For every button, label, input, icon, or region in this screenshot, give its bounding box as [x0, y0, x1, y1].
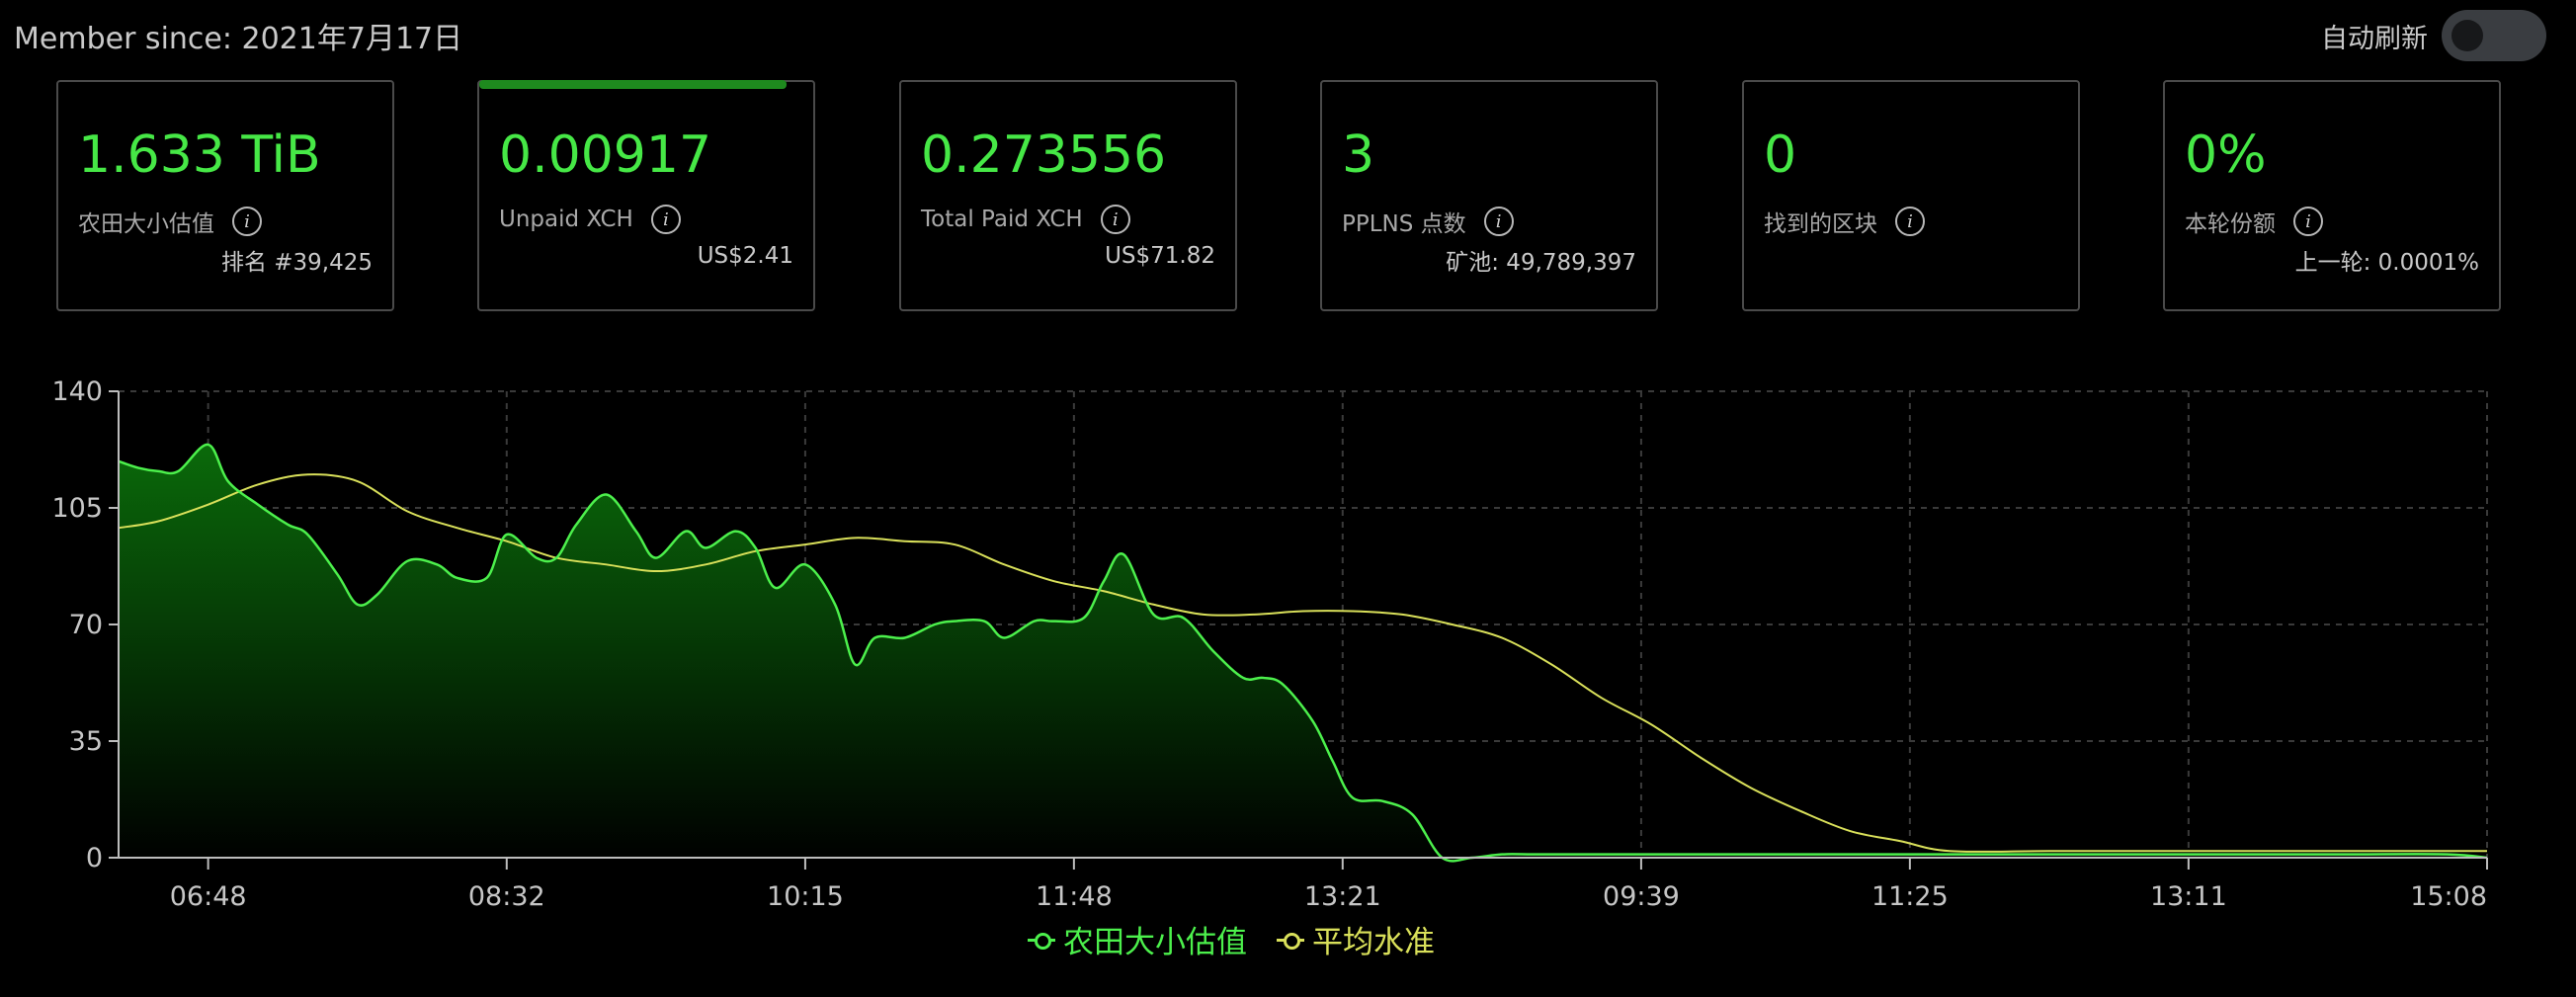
x-tick-label: 10:15 — [767, 881, 844, 912]
x-tick-label: 09:39 — [1603, 881, 1680, 912]
x-tick-label: 11:25 — [1871, 881, 1949, 912]
x-tick-label: 08:32 — [468, 881, 545, 912]
chart-legend: 农田大小估值 平均水准 — [1028, 917, 1435, 961]
legend-label: 平均水准 — [1312, 925, 1435, 960]
y-tick-label: 140 — [51, 376, 103, 407]
x-tick-label: 11:48 — [1036, 881, 1113, 912]
legend-label: 农田大小估值 — [1063, 925, 1247, 960]
line-marker-icon — [1277, 930, 1304, 950]
farm-size-area — [119, 444, 2487, 862]
y-tick-label: 70 — [69, 610, 103, 640]
x-tick-label: 13:11 — [2150, 881, 2227, 912]
x-tick-label: 06:48 — [170, 881, 247, 912]
y-tick-label: 105 — [51, 493, 103, 524]
x-tick-label: 15:08 — [2410, 881, 2487, 912]
legend-item-farm-size[interactable]: 农田大小估值 — [1028, 917, 1247, 961]
legend-item-average[interactable]: 平均水准 — [1277, 917, 1435, 961]
line-marker-icon — [1028, 930, 1055, 950]
netspace-chart: 0 35 70 105 140 06:48 08:32 10:15 11:48 13:21 09:3… — [51, 376, 2488, 912]
x-tick-label: 13:21 — [1304, 881, 1381, 912]
y-tick-label: 35 — [69, 726, 103, 757]
y-tick-label: 0 — [86, 843, 103, 873]
